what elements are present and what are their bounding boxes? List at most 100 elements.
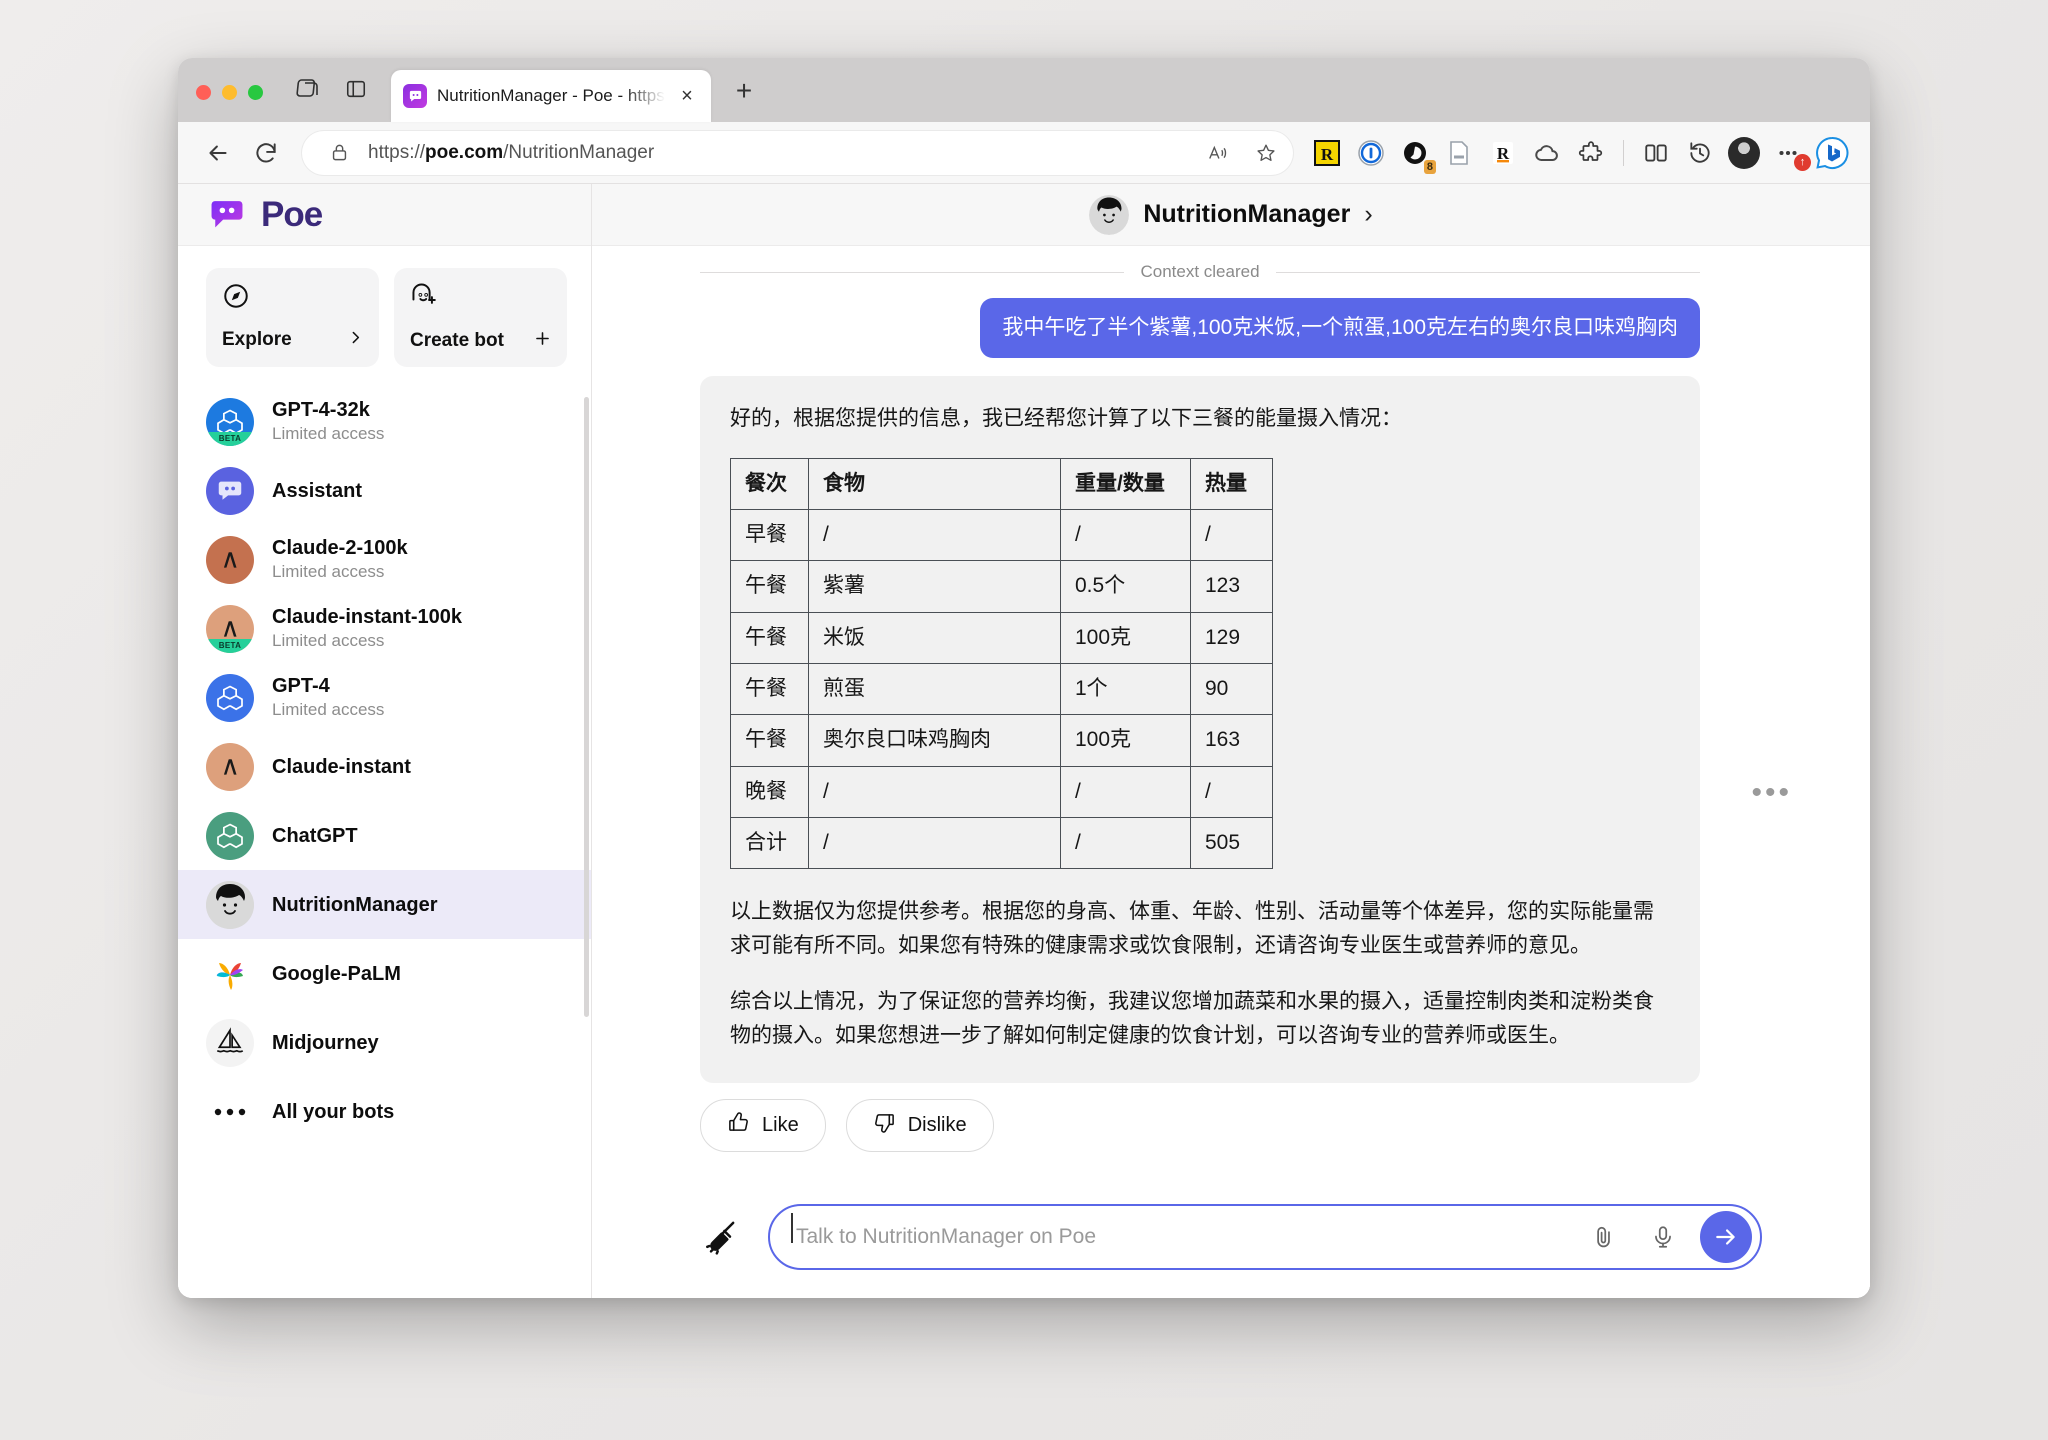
tab-copilot-icon[interactable]	[291, 72, 325, 106]
dislike-button[interactable]: Dislike	[846, 1099, 994, 1152]
close-window-button[interactable]	[196, 85, 211, 100]
table-row: 早餐 / / /	[731, 509, 1273, 560]
toolbar-divider	[1623, 140, 1624, 166]
cell-amount: /	[1061, 509, 1191, 560]
split-screen-icon[interactable]	[1636, 133, 1676, 173]
maximize-window-button[interactable]	[248, 85, 263, 100]
puzzle-extensions-icon[interactable]	[1571, 133, 1611, 173]
table-header-row: 餐次 食物 重量/数量 热量	[731, 458, 1273, 509]
explore-label: Explore	[222, 329, 292, 351]
bot-name: Midjourney	[272, 1031, 379, 1055]
column-header-calories: 热量	[1191, 458, 1273, 509]
sidebar-item-nutritionmanager[interactable]: NutritionManager	[178, 870, 591, 939]
cell-meal: 晚餐	[731, 766, 809, 817]
create-bot-button[interactable]: Create bot	[394, 268, 567, 367]
cell-calories: 123	[1191, 561, 1273, 612]
cell-amount: 0.5个	[1061, 561, 1191, 612]
cell-calories: /	[1191, 509, 1273, 560]
bot-access-label: Limited access	[272, 423, 384, 445]
cloud-extension-icon[interactable]	[1527, 133, 1567, 173]
sidebar-item-gpt-4-32k[interactable]: BETA GPT-4-32k Limited access	[178, 387, 591, 456]
favorite-star-icon[interactable]	[1247, 134, 1285, 172]
address-bar[interactable]: https://poe.com/NutritionManager	[302, 131, 1293, 175]
browser-toolbar: https://poe.com/NutritionManager R 8 R	[178, 122, 1870, 184]
context-cleared-divider: Context cleared	[592, 246, 1870, 288]
message-composer: Talk to NutritionManager on Poe	[592, 1194, 1870, 1298]
chat-column: NutritionManager › Context cleared 我中午吃了…	[592, 184, 1870, 1298]
bot-name: GPT-4	[272, 674, 384, 698]
message-input[interactable]: Talk to NutritionManager on Poe	[768, 1204, 1762, 1270]
cell-food: /	[809, 509, 1061, 560]
document-extension-icon[interactable]	[1439, 133, 1479, 173]
tab-sidebar-toggle-icon[interactable]	[339, 72, 373, 106]
chevron-right-icon	[347, 329, 364, 351]
cell-food: /	[809, 766, 1061, 817]
reload-button[interactable]	[244, 131, 288, 175]
sidebar-item-claude-instant[interactable]: Claude-instant	[178, 732, 591, 801]
readwise-extension-icon[interactable]: R	[1483, 133, 1523, 173]
cell-calories: 90	[1191, 663, 1273, 714]
history-icon[interactable]	[1680, 133, 1720, 173]
sidebar-scrollbar[interactable]	[584, 397, 589, 1017]
cell-amount: 1个	[1061, 663, 1191, 714]
lock-icon	[320, 134, 358, 172]
paperclip-icon[interactable]	[1580, 1214, 1626, 1260]
sidebar-item-chatgpt[interactable]: ChatGPT	[178, 801, 591, 870]
beta-badge: BETA	[206, 432, 254, 446]
svg-text:R: R	[1321, 145, 1334, 164]
bot-name: NutritionManager	[272, 893, 438, 917]
table-row: 午餐 米饭 100克 129	[731, 612, 1273, 663]
back-button[interactable]	[196, 131, 240, 175]
bing-chat-icon[interactable]	[1812, 133, 1852, 173]
new-tab-button[interactable]: +	[727, 74, 761, 108]
chat-bot-avatar	[1089, 195, 1129, 235]
microphone-icon[interactable]	[1640, 1214, 1686, 1260]
thumbs-down-icon	[873, 1111, 896, 1140]
send-button[interactable]	[1700, 1211, 1752, 1263]
sidebar-item-all-your-bots[interactable]: All your bots	[178, 1077, 591, 1146]
bot-access-label: Limited access	[272, 630, 462, 652]
like-button[interactable]: Like	[700, 1099, 826, 1152]
message-more-options-button[interactable]: •••	[1751, 778, 1792, 808]
openai-avatar-icon	[206, 674, 254, 722]
cell-calories: 129	[1191, 612, 1273, 663]
profile-avatar[interactable]	[1724, 133, 1764, 173]
user-message-bubble[interactable]: 我中午吃了半个紫薯,100克米饭,一个煎蛋,100克左右的奥尔良口味鸡胸肉	[980, 298, 1700, 358]
placeholder-text: Talk to NutritionManager on Poe	[796, 1225, 1096, 1248]
bot-name: Claude-instant	[272, 755, 411, 779]
feedback-row: Like Dislike	[592, 1083, 1870, 1152]
cell-food: 奥尔良口味鸡胸肉	[809, 715, 1061, 766]
bot-paragraph-2: 综合以上情况，为了保证您的营养均衡，我建议您增加蔬菜和水果的摄入，适量控制肉类和…	[730, 985, 1670, 1053]
onepassword-extension-icon[interactable]	[1351, 133, 1391, 173]
grammarly-extension-icon[interactable]: 8	[1395, 133, 1435, 173]
browser-tab[interactable]: NutritionManager - Poe - https ×	[391, 70, 711, 122]
sidebar-item-claude-2-100k[interactable]: Claude-2-100k Limited access	[178, 525, 591, 594]
more-settings-icon[interactable]: ↑	[1768, 133, 1808, 173]
context-cleared-label: Context cleared	[1140, 262, 1259, 282]
broom-icon[interactable]	[700, 1213, 748, 1261]
sidebar-item-claude-instant-100k[interactable]: BETA Claude-instant-100k Limited access	[178, 594, 591, 663]
explore-button[interactable]: Explore	[206, 268, 379, 367]
cell-food: 煎蛋	[809, 663, 1061, 714]
table-row: 晚餐 / / /	[731, 766, 1273, 817]
sidebar-item-assistant[interactable]: Assistant	[178, 456, 591, 525]
divider-line-left	[700, 272, 1124, 273]
browser-window: NutritionManager - Poe - https × + https…	[178, 58, 1870, 1298]
cell-amount: 100克	[1061, 715, 1191, 766]
anthropic-avatar-icon: BETA	[206, 605, 254, 653]
table-row: 午餐 煎蛋 1个 90	[731, 663, 1273, 714]
minimize-window-button[interactable]	[222, 85, 237, 100]
close-tab-button[interactable]: ×	[675, 84, 699, 108]
poe-logo[interactable]: Poe	[178, 184, 591, 246]
sidebar-item-midjourney[interactable]: Midjourney	[178, 1008, 591, 1077]
read-aloud-icon[interactable]	[1199, 134, 1237, 172]
rocketbook-extension-icon[interactable]: R	[1307, 133, 1347, 173]
table-row: 午餐 紫薯 0.5个 123	[731, 561, 1273, 612]
chat-header[interactable]: NutritionManager ›	[592, 184, 1870, 246]
sidebar-item-google-palm[interactable]: Google-PaLM	[178, 939, 591, 1008]
sidebar-item-gpt-4[interactable]: GPT-4 Limited access	[178, 663, 591, 732]
url-text: https://poe.com/NutritionManager	[368, 142, 1189, 164]
bot-access-label: Limited access	[272, 699, 384, 721]
cell-amount: 100克	[1061, 612, 1191, 663]
table-row: 午餐 奥尔良口味鸡胸肉 100克 163	[731, 715, 1273, 766]
